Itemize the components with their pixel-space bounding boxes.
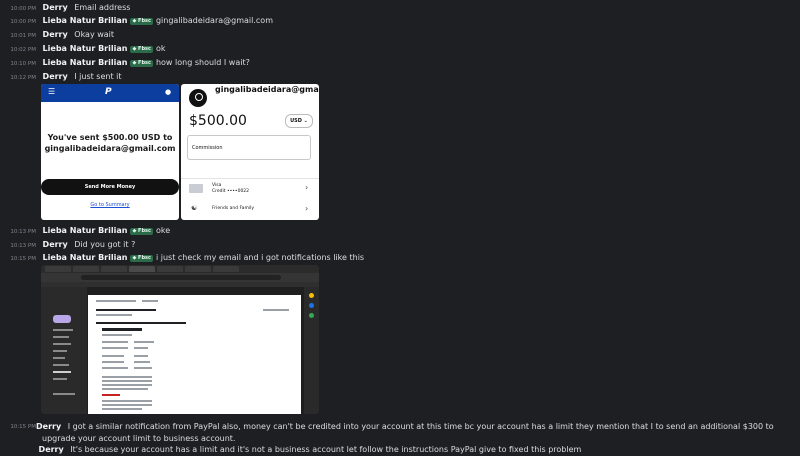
email-screenshot-image[interactable] — [41, 265, 319, 414]
url-field — [81, 275, 281, 280]
menu-icon: ☰ — [48, 87, 56, 96]
message-text: I just sent it — [74, 72, 122, 81]
email-view — [88, 295, 301, 414]
chat-log: 10:00 PM Derry Email address 10:00 PM Li… — [0, 0, 800, 456]
friends-family-option: Friends and Family — [212, 206, 254, 211]
role-badge: ◆ Fbsc — [130, 60, 153, 67]
message-row: 10:10 PM Lieba Natur Brilian ◆ Fbsc how lo… — [0, 56, 250, 69]
message-row: 10:02 PM Lieba Natur Brilian ◆ Fbsc ok — [0, 42, 166, 55]
message-row: 10:13 PM Lieba Natur Brilian ◆ Fbsc oke — [0, 224, 170, 237]
message-text: Did you got it ? — [74, 240, 136, 249]
message-row: 10:15 PM Lieba Natur Brilian ◆ Fbsc i just… — [0, 251, 364, 264]
chevron-right-icon: › — [305, 183, 309, 192]
paypal-send-image[interactable]: gingalibadeidara@gmail.com $500.00 USD ⌄… — [181, 84, 319, 220]
card-icon — [189, 184, 203, 193]
timestamp: 10:15 PM — [10, 256, 36, 262]
paypal-header: ☰ P ● — [41, 84, 179, 102]
people-icon: ☯ — [191, 204, 198, 212]
amount: $500.00 — [189, 113, 247, 129]
role-badge: ◆ Fbsc — [130, 18, 153, 25]
paypal-logo: P — [105, 87, 112, 97]
author-name[interactable]: Derry — [36, 422, 61, 431]
role-badge: ◆ Fbsc — [130, 46, 153, 53]
go-to-summary-link: Go to Summary — [90, 202, 130, 208]
message-text: gingalibadeidara@gmail.com — [155, 16, 273, 25]
user-icon — [189, 89, 207, 107]
message-body: Derry I got a similar notification from … — [36, 421, 782, 445]
author-name[interactable]: Derry — [39, 445, 64, 454]
tasks-icon — [309, 303, 314, 308]
message-text: ok — [155, 44, 166, 53]
message-row: 10:01 PM Derry Okay wait — [0, 28, 114, 41]
author-name[interactable]: Derry — [43, 240, 68, 249]
author-name[interactable]: Lieba Natur Brilian — [43, 253, 128, 262]
author-name[interactable]: Derry — [43, 72, 68, 81]
message-text: i just check my email and i got notifica… — [155, 253, 365, 262]
message-text: I got a similar notification from PayPal… — [42, 422, 774, 443]
author-name[interactable]: Lieba Natur Brilian — [43, 44, 128, 53]
timestamp: 10:12 PM — [10, 75, 36, 81]
author-name[interactable]: Lieba Natur Brilian — [43, 16, 128, 25]
message-row: 10:13 PM Derry Did you got it ? — [0, 238, 135, 251]
message-text: oke — [155, 226, 171, 235]
message-row: 10:00 PM Lieba Natur Brilian ◆ Fbsc gingal… — [0, 14, 273, 27]
divider — [181, 178, 319, 179]
message-text: It's because your account has a limit an… — [70, 445, 582, 454]
author-name[interactable]: Derry — [43, 3, 68, 12]
compose-button — [53, 315, 71, 323]
author-name[interactable]: Derry — [43, 30, 68, 39]
card-number: Credit ••••0022 — [212, 189, 250, 194]
mail-sidebar — [41, 287, 87, 414]
keep-icon — [309, 313, 314, 318]
author-name[interactable]: Lieba Natur Brilian — [43, 58, 128, 67]
message-row: 10:12 PM Derry I just sent it — [0, 70, 122, 83]
bell-icon: ● — [165, 88, 172, 96]
currency-selector: USD ⌄ — [285, 114, 313, 128]
sent-message: You've sent $500.00 USD to gingalibadeid… — [44, 133, 176, 153]
message-row: 10:15 PM Derry I got a similar notificat… — [0, 421, 800, 445]
paypal-confirmation-image[interactable]: ☰ P ● You've sent $500.00 USD to gingali… — [41, 84, 179, 220]
role-badge: ◆ Fbsc — [130, 228, 153, 235]
message-text: how long should I wait? — [155, 58, 250, 67]
message-text: Okay wait — [74, 30, 115, 39]
message-row: 10:00 PM Derry Email address — [0, 1, 130, 14]
card-info: Visa Credit ••••0022 — [212, 183, 249, 195]
recipient-email: gingalibadeidara@gmail.com — [215, 85, 319, 94]
role-badge: ◆ Fbsc — [130, 255, 153, 262]
commission-field: Commission — [187, 135, 311, 160]
calendar-icon — [309, 293, 314, 298]
chevron-right-icon: › — [305, 204, 309, 213]
timestamp: 10:15 PM — [10, 424, 36, 430]
send-more-button: Send More Money — [41, 179, 179, 195]
browser-tabs — [41, 265, 319, 273]
message-text: Email address — [74, 3, 131, 12]
message-row: Derry It's because your account has a li… — [0, 443, 582, 456]
author-name[interactable]: Lieba Natur Brilian — [43, 226, 128, 235]
